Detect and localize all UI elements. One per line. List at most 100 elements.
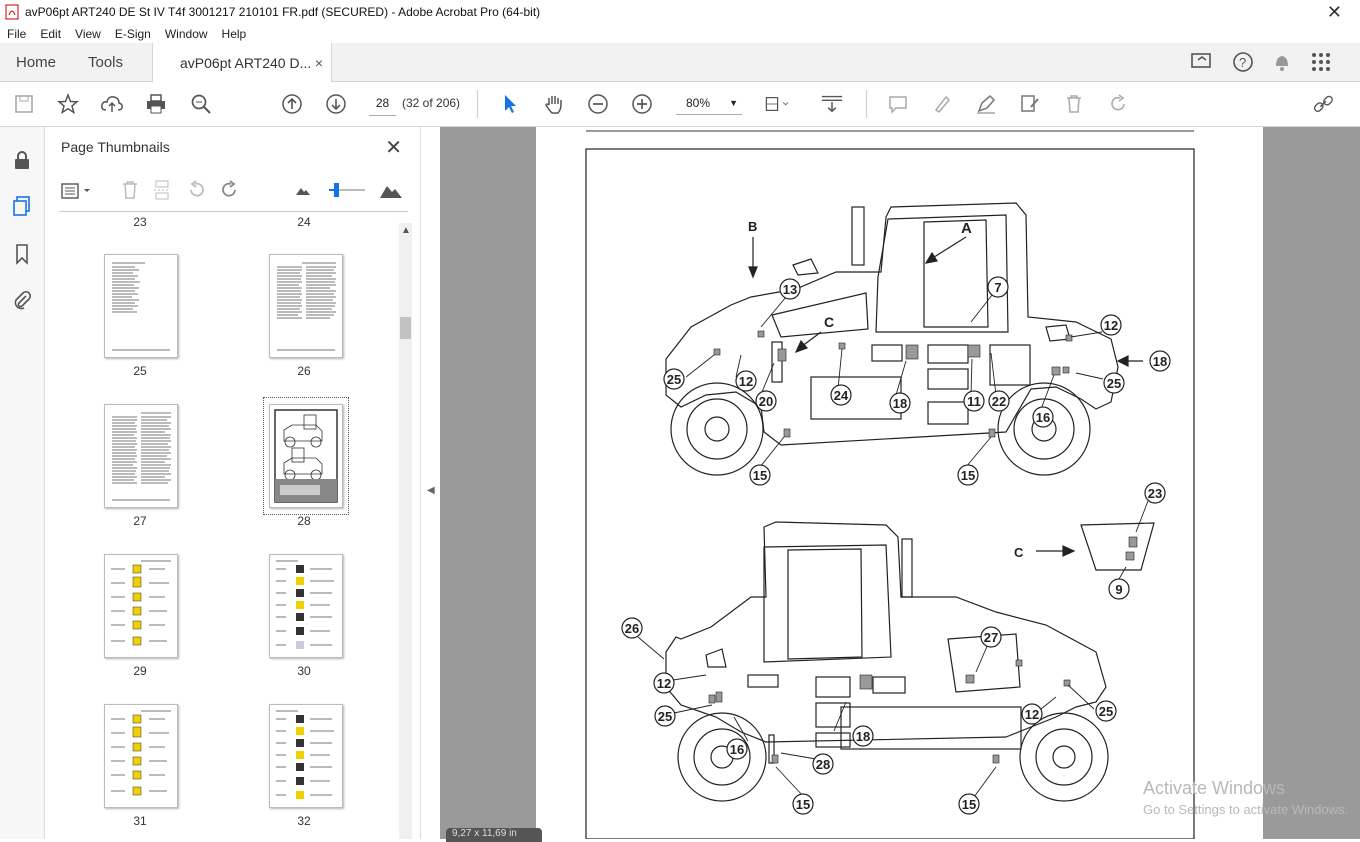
callout-label: 12 xyxy=(1025,707,1039,722)
rotate-right-icon[interactable] xyxy=(219,179,241,201)
menu-file[interactable]: File xyxy=(0,27,33,41)
pdf-page: A B C C 13 7 12 18 25 12 20 24 18 11 22 … xyxy=(536,127,1263,840)
small-thumbnails-icon[interactable] xyxy=(295,183,311,197)
thumbnail-page-30[interactable] xyxy=(269,554,343,658)
fit-page-icon[interactable] xyxy=(764,92,788,116)
hand-tool-icon[interactable] xyxy=(542,92,566,116)
callout-label: 15 xyxy=(796,797,810,812)
tab-home[interactable]: Home xyxy=(16,43,56,81)
menu-edit[interactable]: Edit xyxy=(33,27,68,41)
thumbnail-label: 30 xyxy=(297,664,311,678)
upload-cloud-icon[interactable] xyxy=(100,92,124,116)
document-viewer[interactable]: A B C C 13 7 12 18 25 12 20 24 18 11 22 … xyxy=(440,127,1360,840)
callout-label: 7 xyxy=(994,280,1001,295)
save-icon[interactable] xyxy=(12,92,36,116)
left-rail xyxy=(0,127,45,839)
thumbnail-label: 27 xyxy=(133,514,147,528)
lock-icon[interactable] xyxy=(11,149,33,171)
zoom-select[interactable]: 80% ▼ xyxy=(676,91,742,115)
slider-handle[interactable] xyxy=(334,183,339,197)
callout-label: 9 xyxy=(1115,582,1122,597)
tab-close-button[interactable]: × xyxy=(315,55,323,71)
print-icon[interactable] xyxy=(144,92,168,116)
thumbnail-page-28[interactable] xyxy=(269,404,343,508)
large-thumbnails-icon[interactable] xyxy=(379,180,403,200)
bell-icon[interactable] xyxy=(1272,51,1292,73)
panel-close-button[interactable]: ✕ xyxy=(385,135,402,160)
apps-grid-icon[interactable] xyxy=(1310,51,1332,73)
callout-label: 18 xyxy=(893,396,907,411)
link-share-icon[interactable] xyxy=(1312,92,1336,116)
page-down-icon[interactable] xyxy=(324,92,348,116)
detail-view-c xyxy=(1080,522,1155,571)
extract-page-icon[interactable] xyxy=(151,179,173,201)
callout-label: 25 xyxy=(1099,704,1113,719)
callout-label: 25 xyxy=(667,372,681,387)
redo-icon[interactable] xyxy=(1106,92,1130,116)
rotate-left-icon[interactable] xyxy=(185,179,207,201)
title-bar: avP06pt ART240 DE St IV T4f 3001217 2101… xyxy=(0,0,1360,24)
thumbnail-scrollbar[interactable]: ▲ xyxy=(399,223,412,839)
page-up-icon[interactable] xyxy=(280,92,304,116)
callout-label: 11 xyxy=(967,394,981,409)
menu-esign[interactable]: E-Sign xyxy=(108,27,158,41)
menu-help[interactable]: Help xyxy=(215,27,254,41)
zoom-out-icon[interactable] xyxy=(586,92,610,116)
pen-sign-icon[interactable] xyxy=(974,92,998,116)
callout-label: 12 xyxy=(1104,318,1118,333)
thumbnail-page-25[interactable] xyxy=(104,254,178,358)
callouts-top: 13 7 12 18 25 12 20 24 18 11 22 25 16 15… xyxy=(663,276,1171,486)
bookmarks-icon[interactable] xyxy=(11,243,33,265)
menu-window[interactable]: Window xyxy=(158,27,215,41)
thumbnail-page-32[interactable] xyxy=(269,704,343,808)
view-label-a: A xyxy=(961,220,972,237)
callout-label: 15 xyxy=(961,468,975,483)
menu-view[interactable]: View xyxy=(68,27,108,41)
tab-document[interactable]: avP06pt ART240 D... × xyxy=(152,43,332,82)
thumbnail-page-26[interactable] xyxy=(269,254,343,358)
view-label-c: C xyxy=(824,314,834,330)
vehicle-decal-figure: A B C C 13 7 12 18 25 12 20 24 18 11 22 … xyxy=(585,130,1195,840)
share-screen-icon[interactable] xyxy=(1190,51,1214,73)
menu-bar: File Edit View E-Sign Window Help xyxy=(0,24,1360,43)
scroll-mode-icon[interactable] xyxy=(820,92,844,116)
scrollbar-thumb[interactable] xyxy=(400,317,411,339)
attachments-icon[interactable] xyxy=(11,289,33,311)
window-title: avP06pt ART240 DE St IV T4f 3001217 2101… xyxy=(25,5,541,19)
thumbnail-page-27[interactable] xyxy=(104,404,178,508)
panel-title: Page Thumbnails xyxy=(61,139,170,155)
help-icon[interactable]: ? xyxy=(1232,51,1254,73)
zoom-in-icon[interactable] xyxy=(630,92,654,116)
bookmark-star-icon[interactable] xyxy=(56,92,80,116)
tab-tools[interactable]: Tools xyxy=(88,43,123,81)
options-menu-icon[interactable] xyxy=(61,181,95,201)
stamp-icon[interactable] xyxy=(1018,92,1042,116)
callout-label: 25 xyxy=(1107,376,1121,391)
thumbnail-label: 31 xyxy=(133,814,147,828)
select-cursor-icon[interactable] xyxy=(498,92,522,116)
callouts-bottom: 26 27 12 25 16 18 28 12 25 15 15 xyxy=(621,617,1117,815)
thumbnail-size-slider[interactable] xyxy=(329,183,365,197)
comment-icon[interactable] xyxy=(886,92,910,116)
callout-label: 18 xyxy=(856,729,870,744)
thumbnail-label: 29 xyxy=(133,664,147,678)
window-close-button[interactable]: ✕ xyxy=(1327,2,1342,23)
collapse-panel-icon[interactable]: ◀ xyxy=(427,485,435,496)
highlight-icon[interactable] xyxy=(930,92,954,116)
scroll-up-icon[interactable]: ▲ xyxy=(401,225,411,236)
thumbnail-page-29[interactable] xyxy=(104,554,178,658)
thumbnail-page-31[interactable] xyxy=(104,704,178,808)
thumbnail-label: 23 xyxy=(133,215,147,229)
chevron-down-icon: ▼ xyxy=(729,98,738,108)
page-count: (32 of 206) xyxy=(402,96,461,110)
callout-label: 12 xyxy=(657,676,671,691)
activate-windows-hint: Go to Settings to activate Windows. xyxy=(1143,802,1349,817)
callout-label: 16 xyxy=(1036,410,1050,425)
callout-label: 20 xyxy=(759,394,773,409)
page-thumbnails-icon[interactable] xyxy=(11,195,33,217)
delete-page-icon[interactable] xyxy=(119,179,141,201)
panel-collapse-gutter[interactable]: ◀ xyxy=(420,127,441,839)
delete-icon[interactable] xyxy=(1062,92,1086,116)
zoom-search-icon[interactable] xyxy=(189,92,213,116)
page-number-input[interactable]: 28 xyxy=(369,91,396,116)
